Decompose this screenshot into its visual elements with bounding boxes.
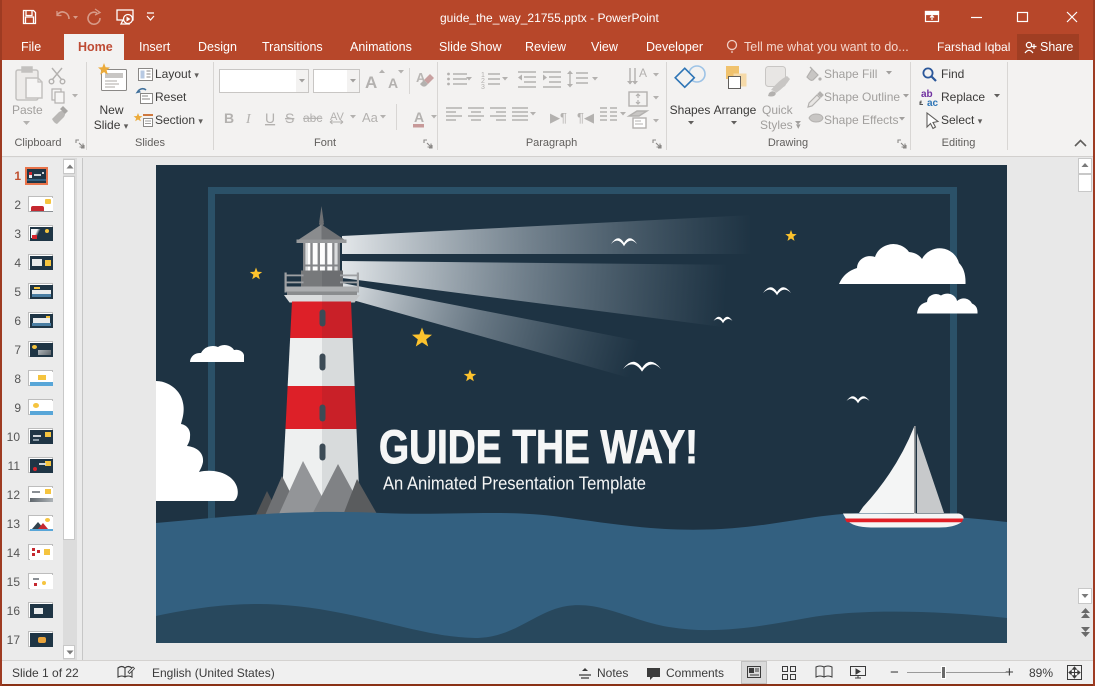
- svg-text:3: 3: [481, 84, 485, 91]
- svg-text:¶◀: ¶◀: [577, 110, 594, 125]
- svg-text:GUIDE THE WAY!: GUIDE THE WAY!: [379, 420, 698, 473]
- svg-text:I: I: [245, 112, 252, 127]
- svg-text:S: S: [285, 110, 294, 126]
- svg-text:A: A: [365, 73, 377, 92]
- svg-text:ac: ac: [927, 98, 939, 109]
- svg-text:A: A: [639, 66, 647, 80]
- svg-text:abc: abc: [303, 111, 322, 125]
- svg-text:A: A: [388, 75, 398, 91]
- svg-text:B: B: [224, 110, 234, 126]
- svg-text:▶¶: ▶¶: [550, 110, 567, 125]
- svg-text:U: U: [265, 110, 275, 126]
- svg-text:Aa: Aa: [362, 110, 379, 125]
- svg-text:An Animated Presentation Templ: An Animated Presentation Template: [383, 474, 646, 494]
- svg-text:A: A: [414, 109, 424, 125]
